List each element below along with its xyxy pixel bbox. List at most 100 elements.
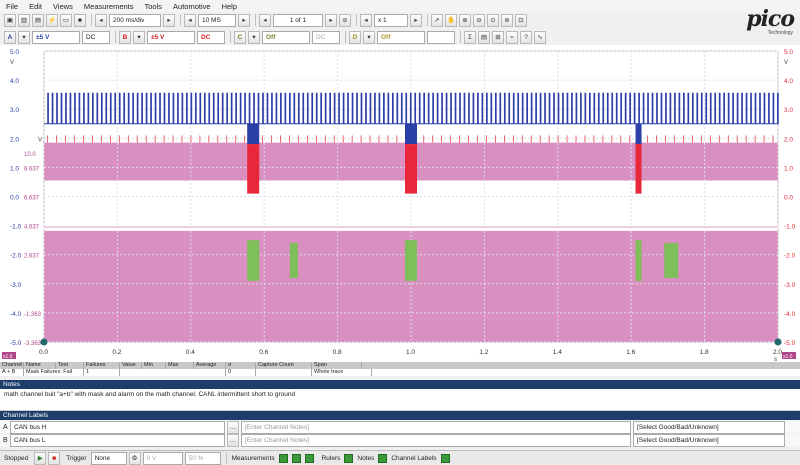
automotive-icon[interactable]: ⚡ [46,13,58,27]
menu-measurements[interactable]: Measurements [84,2,134,11]
compass-icon[interactable]: ⊘ [339,13,351,27]
measurement-add-icon[interactable]: ⊞ [492,30,504,44]
divider [356,14,357,26]
channel-b-range[interactable]: ±5 V [147,30,195,44]
trigger-options-icon[interactable]: ⚙ [128,451,141,465]
open-icon[interactable]: ▭ [60,13,72,27]
buffer-next-button[interactable]: ▸ [325,13,337,27]
ruler-handle-left [40,338,48,346]
channel-d-button[interactable]: D [349,30,361,44]
trigger-level[interactable]: 0 V [142,451,183,465]
channel-status-select[interactable]: [Select Good/Bad/Unknown] [633,433,785,447]
channel-name-input[interactable]: CAN bus L [10,433,225,447]
ellipsis-button[interactable]: … [227,420,239,434]
channel-c-state[interactable]: Off [262,30,310,44]
x-tick-label: 0.0 [39,349,48,356]
divider [230,31,231,43]
probe-icon[interactable]: ⌁ [506,30,518,44]
persistence-icon[interactable]: ▤ [32,13,44,27]
channel-a-options-icon[interactable]: ▾ [18,30,30,44]
channel-labels-icon[interactable] [440,453,450,463]
ellipsis-button[interactable]: … [227,433,239,447]
channel-toolbar: A ▾ ±5 V DC B ▾ ±5 V DC C ▾ Off DC D ▾ O… [0,29,720,45]
zoom-in-icon[interactable]: ⊕ [459,13,471,27]
channel-a-coupling[interactable]: DC [82,30,110,44]
channel-c-button[interactable]: C [234,30,246,44]
cell-sigma: 0 [226,369,256,376]
zoom-fit-icon[interactable]: ⊚ [501,13,513,27]
menu-file[interactable]: File [6,2,18,11]
timebase-up-button[interactable]: ▸ [163,13,175,27]
zoom-select[interactable]: x 1 [374,13,408,27]
channel-name-input[interactable]: CAN bus H [10,420,225,434]
fault-burst-a [405,123,417,145]
divider [91,14,92,26]
unit-label: V [38,137,42,143]
pico-logo: pico Technology [746,6,795,36]
channel-c-options-icon[interactable]: ▾ [248,30,260,44]
zoom-down-button[interactable]: ◂ [360,13,372,27]
channel-status-select[interactable]: [Select Good/Bad/Unknown] [633,420,785,434]
channel-d-options-icon[interactable]: ▾ [363,30,375,44]
channel-d-coupling[interactable] [427,30,455,44]
samples-up-button[interactable]: ▸ [238,13,250,27]
stop-icon[interactable]: ■ [48,451,61,465]
channel-b-coupling[interactable]: DC [197,30,225,44]
spectrum-mode-icon[interactable]: ▥ [18,13,30,27]
save-icon[interactable]: ■ [74,13,86,27]
math-channels-icon[interactable]: Σ [464,30,476,44]
delete-measurement-icon[interactable] [304,453,314,463]
timebase-select[interactable]: 200 ms/div [109,13,161,27]
menu-help[interactable]: Help [222,2,237,11]
menu-edit[interactable]: Edit [29,2,42,11]
rulers-icon[interactable] [344,453,354,463]
mask-fail-region [405,240,417,281]
channel-b-button[interactable]: B [119,30,131,44]
zoom-up-button[interactable]: ▸ [410,13,422,27]
col-name: Name [24,362,56,369]
start-icon[interactable]: ▶ [34,451,47,465]
buffer-first-button[interactable]: ◂ [259,13,271,27]
buffer-navigator[interactable]: 1 of 1 [273,13,323,27]
x-tick-label: 1.2 [479,349,488,356]
channel-b-options-icon[interactable]: ▾ [133,30,145,44]
y-tick-label-b: 1.0 [784,165,793,172]
notes-text[interactable]: math channel buit "a+b" with mask and al… [0,389,800,411]
pointer-icon[interactable]: ➚ [431,13,443,27]
measurement-row[interactable]: A + B Mask Failures: Fail 1 0 Whole trac… [0,369,800,376]
scope-view[interactable]: 5.0 4.0 3.0 2.0 1.0 0.0 -1.0 -2.0 -3.0 -4.0 -5.0 5.… [0,45,800,363]
trigger-position[interactable]: 50 % [184,451,221,465]
channel-notes-input[interactable]: [Enter Channel Notes] [241,420,631,434]
trigger-mode-select[interactable]: None [90,451,127,465]
y-tick-label-b: -3.0 [784,282,796,289]
channel-a-button[interactable]: A [4,30,16,44]
zoom-out-icon[interactable]: ⊖ [473,13,485,27]
y-tick-label-a: -4.0 [10,311,22,318]
channel-d-state[interactable]: Off [377,30,425,44]
fault-burst-b [247,144,260,194]
scope-plot[interactable]: 5.0 4.0 3.0 2.0 1.0 0.0 -1.0 -2.0 -3.0 -4.0 -5.0 5.… [0,45,800,363]
zoom-area-icon[interactable]: ⊙ [487,13,499,27]
y-tick-label-b: -2.0 [784,253,796,260]
zoom-reset-icon[interactable]: ⊡ [515,13,527,27]
edit-measurement-icon[interactable] [291,453,301,463]
waveform-icon[interactable]: ∿ [534,30,546,44]
scope-mode-icon[interactable]: ▣ [4,13,16,27]
menu-views[interactable]: Views [53,2,73,11]
menu-automotive[interactable]: Automotive [173,2,211,11]
timebase-down-button[interactable]: ◂ [95,13,107,27]
samples-down-button[interactable]: ◂ [184,13,196,27]
help-icon[interactable]: ? [520,30,532,44]
reference-icon[interactable]: ▤ [478,30,490,44]
samples-select[interactable]: 10 MS [198,13,236,27]
channel-c-coupling[interactable]: DC [312,30,340,44]
trigger-label: Trigger [66,454,87,462]
add-measurement-icon[interactable] [278,453,288,463]
channel-notes-input[interactable]: [Enter Channel Notes] [241,433,631,447]
fault-burst-b [635,144,642,194]
hand-icon[interactable]: ✋ [445,13,457,27]
channel-a-range[interactable]: ±5 V [32,30,80,44]
notes-icon[interactable] [378,453,388,463]
notes-title: Notes [3,381,20,388]
menu-tools[interactable]: Tools [145,2,163,11]
